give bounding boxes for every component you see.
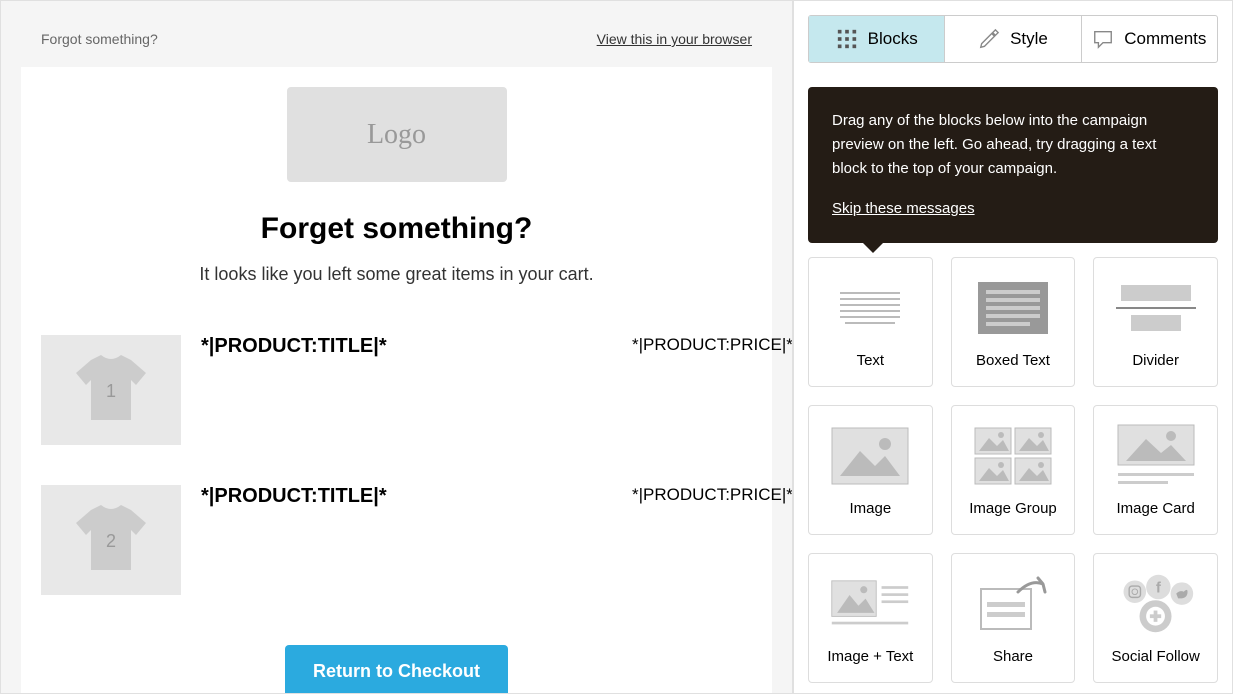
tab-comments[interactable]: Comments	[1082, 16, 1217, 62]
block-image-card[interactable]: Image Card	[1093, 405, 1218, 535]
tab-label: Comments	[1124, 29, 1206, 49]
block-label: Share	[993, 648, 1033, 665]
tab-label: Style	[1010, 29, 1048, 49]
block-label: Image Card	[1116, 500, 1194, 517]
block-social-follow[interactable]: f Social Follow	[1093, 553, 1218, 683]
block-divider[interactable]: Divider	[1093, 257, 1218, 387]
image-group-icon	[973, 423, 1053, 488]
block-label: Text	[857, 352, 885, 369]
email-body: Logo Forget something? It looks like you…	[21, 67, 772, 694]
image-text-icon	[830, 571, 910, 636]
tshirt-icon: 2	[71, 505, 151, 575]
skip-messages-link[interactable]: Skip these messages	[832, 197, 975, 221]
checkout-button[interactable]: Return to Checkout	[285, 645, 508, 694]
view-in-browser-link[interactable]: View this in your browser	[597, 31, 752, 47]
tab-label: Blocks	[868, 29, 918, 49]
share-icon	[973, 571, 1053, 636]
tooltip-text: Drag any of the blocks below into the ca…	[832, 109, 1194, 181]
cart-item: 2 *|PRODUCT:TITLE|* *|PRODUCT:PRICE|*	[41, 465, 752, 615]
comments-icon	[1092, 28, 1114, 50]
block-label: Divider	[1132, 352, 1179, 369]
product-thumbnail[interactable]: 2	[41, 485, 181, 595]
blocks-grid: Text Boxed Text Divider	[794, 257, 1232, 693]
social-follow-icon: f	[1116, 571, 1196, 636]
block-share[interactable]: Share	[951, 553, 1076, 683]
tab-blocks[interactable]: Blocks	[809, 16, 945, 62]
product-title: *|PRODUCT:TITLE|*	[201, 485, 612, 508]
tshirt-icon: 1	[71, 355, 151, 425]
boxed-text-icon	[973, 275, 1053, 340]
block-image-group[interactable]: Image Group	[951, 405, 1076, 535]
editor-sidebar: Blocks Style Comments Drag any of the bl…	[793, 0, 1233, 694]
block-boxed-text[interactable]: Boxed Text	[951, 257, 1076, 387]
block-text[interactable]: Text	[808, 257, 933, 387]
logo-placeholder[interactable]: Logo	[287, 87, 507, 182]
blocks-icon	[836, 28, 858, 50]
sidebar-tabs: Blocks Style Comments	[808, 15, 1218, 63]
product-thumbnail[interactable]: 1	[41, 335, 181, 445]
svg-text:2: 2	[106, 531, 116, 551]
product-price: *|PRODUCT:PRICE|*	[632, 335, 752, 355]
email-subtext: It looks like you left some great items …	[41, 264, 752, 285]
image-icon	[830, 423, 910, 488]
block-label: Image Group	[969, 500, 1057, 517]
text-block-icon	[830, 275, 910, 340]
forgot-label: Forgot something?	[41, 31, 158, 47]
tab-style[interactable]: Style	[945, 16, 1081, 62]
product-price: *|PRODUCT:PRICE|*	[632, 485, 752, 505]
block-label: Boxed Text	[976, 352, 1050, 369]
image-card-icon	[1116, 423, 1196, 488]
svg-text:1: 1	[106, 381, 116, 401]
block-label: Social Follow	[1111, 648, 1199, 665]
cart-item: 1 *|PRODUCT:TITLE|* *|PRODUCT:PRICE|*	[41, 315, 752, 465]
email-preview-panel: Forgot something? View this in your brow…	[0, 0, 793, 694]
product-title: *|PRODUCT:TITLE|*	[201, 335, 612, 358]
block-label: Image + Text	[827, 648, 913, 665]
block-label: Image	[849, 500, 891, 517]
email-header-row: Forgot something? View this in your brow…	[1, 1, 792, 67]
block-image-text[interactable]: Image + Text	[808, 553, 933, 683]
email-heading: Forget something?	[41, 212, 752, 246]
block-image[interactable]: Image	[808, 405, 933, 535]
style-icon	[978, 28, 1000, 50]
divider-icon	[1116, 275, 1196, 340]
logo-text: Logo	[367, 119, 426, 151]
onboarding-tooltip: Drag any of the blocks below into the ca…	[808, 87, 1218, 243]
